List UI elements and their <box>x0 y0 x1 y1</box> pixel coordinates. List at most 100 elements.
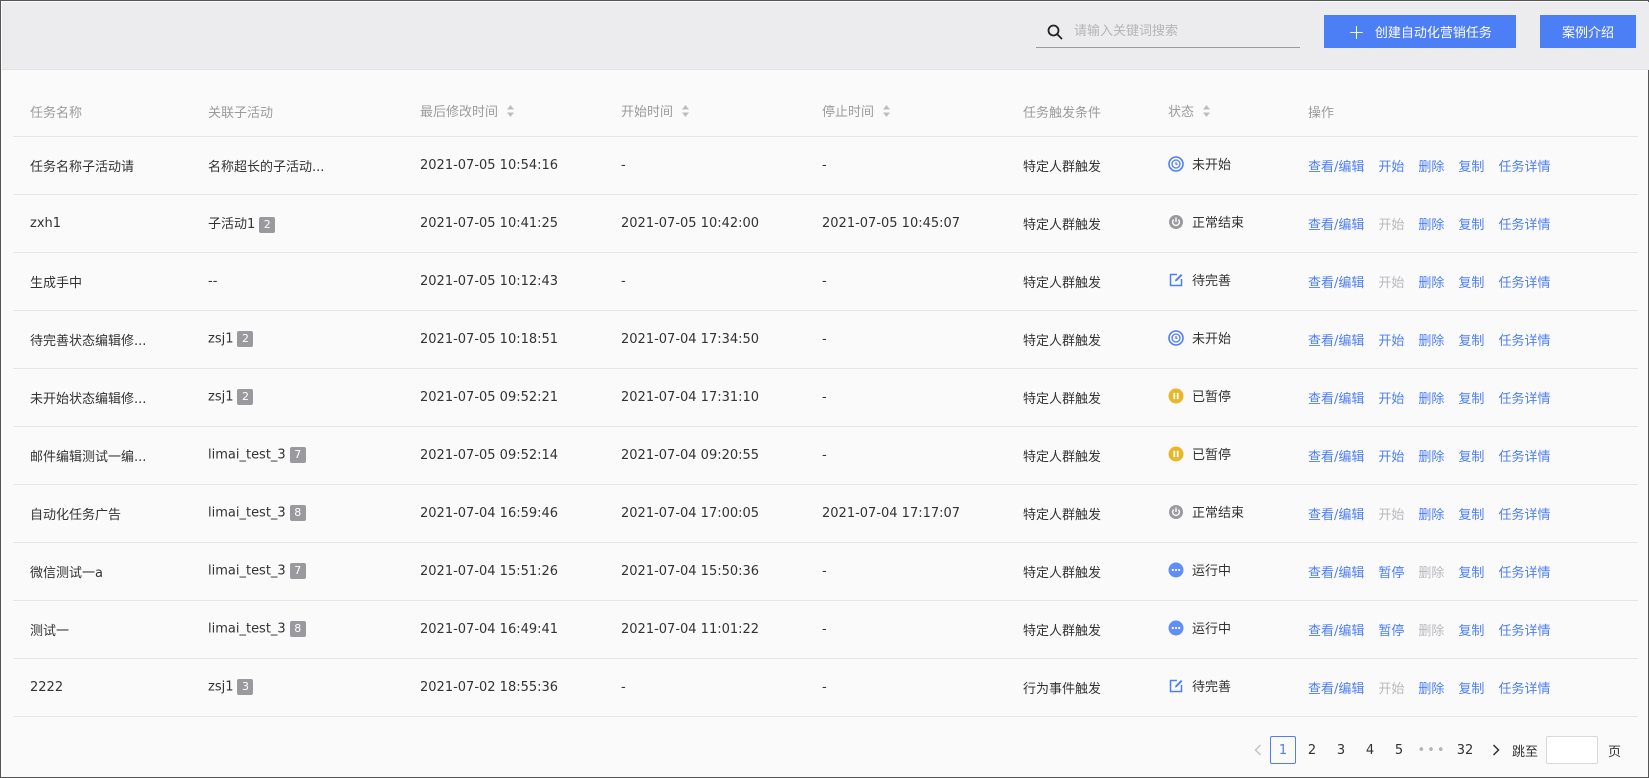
page-4[interactable]: 4 <box>1357 736 1383 764</box>
sort-icon[interactable] <box>506 104 515 122</box>
status-cell: 待完善 <box>1151 252 1291 311</box>
action-link[interactable]: 查看/编辑 <box>1308 450 1364 465</box>
sort-icon[interactable] <box>882 104 891 122</box>
action-link[interactable]: 复制 <box>1458 566 1484 581</box>
search-input[interactable] <box>1074 24 1294 39</box>
prev-page-icon[interactable] <box>1246 736 1270 764</box>
action-link[interactable]: 复制 <box>1458 160 1484 175</box>
page-ellipsis[interactable]: ••• <box>1415 743 1449 758</box>
next-page-icon[interactable] <box>1484 736 1508 764</box>
task-name-cell: 任务名称子活动请 <box>13 136 191 195</box>
start-time-cell: 2021-07-04 11:01:22 <box>604 600 805 659</box>
table-row: 2222 zsj1 3 2021-07-02 18:55:36- - 行为事件触发 待完善查… <box>13 658 1638 717</box>
modified-time-cell: 2021-07-05 09:52:21 <box>403 368 604 427</box>
sort-icon[interactable] <box>1202 104 1211 122</box>
action-link[interactable]: 任务详情 <box>1498 334 1550 349</box>
action-link[interactable]: 查看/编辑 <box>1308 566 1364 581</box>
action-link[interactable]: 开始 <box>1378 334 1404 349</box>
page-last[interactable]: 32 <box>1449 736 1481 764</box>
action-link[interactable]: 任务详情 <box>1498 392 1550 407</box>
col-header-start[interactable]: 开始时间 <box>604 87 805 137</box>
action-link[interactable]: 开始 <box>1378 450 1404 465</box>
action-link[interactable]: 删除 <box>1418 218 1444 233</box>
action-link[interactable]: 查看/编辑 <box>1308 682 1364 697</box>
sort-icon[interactable] <box>681 104 690 122</box>
goto-page-input[interactable] <box>1546 736 1599 764</box>
action-link[interactable]: 删除 <box>1418 160 1444 175</box>
action-link[interactable]: 删除 <box>1418 334 1444 349</box>
action-link[interactable]: 查看/编辑 <box>1308 276 1364 291</box>
action-link[interactable]: 复制 <box>1458 682 1484 697</box>
status-cell: 未开始 <box>1151 136 1291 195</box>
action-link: 开始 <box>1378 681 1405 697</box>
action-link[interactable]: 任务详情 <box>1498 682 1550 697</box>
page-1[interactable]: 1 <box>1270 736 1296 764</box>
col-header-modified[interactable]: 最后修改时间 <box>403 87 604 137</box>
activity-cell: limai_test_3 7 <box>191 426 403 485</box>
pagination: 1 2 3 4 5 ••• 32 跳至 页 <box>1246 736 1621 764</box>
stop-time-cell: - <box>805 136 1006 195</box>
start-time-cell: 2021-07-04 17:34:50 <box>604 310 805 369</box>
action-link[interactable]: 任务详情 <box>1498 276 1550 291</box>
case-intro-button[interactable]: 案例介绍 <box>1540 15 1636 48</box>
search-icon[interactable] <box>1046 23 1064 41</box>
task-name-cell: 未开始状态编辑修... <box>13 368 191 427</box>
start-time-cell: 2021-07-05 10:42:00 <box>604 194 805 253</box>
power-icon <box>1168 504 1184 520</box>
table-row: 待完善状态编辑修... zsj1 2 2021-07-05 10:18:51 2021-… <box>13 310 1638 369</box>
start-time-cell: 2021-07-04 17:00:05 <box>604 484 805 543</box>
clock-icon <box>1168 155 1184 172</box>
action-link[interactable]: 任务详情 <box>1498 624 1550 639</box>
action-link[interactable]: 复制 <box>1458 392 1484 407</box>
action-link[interactable]: 复制 <box>1458 276 1484 291</box>
page-2[interactable]: 2 <box>1299 736 1325 764</box>
action-link[interactable]: 任务详情 <box>1498 218 1550 233</box>
action-link[interactable]: 查看/编辑 <box>1308 624 1364 639</box>
action-link[interactable]: 查看/编辑 <box>1308 508 1364 523</box>
action-link: 开始 <box>1378 275 1405 291</box>
col-header-stop[interactable]: 停止时间 <box>805 87 1006 137</box>
action-link[interactable]: 删除 <box>1418 392 1444 407</box>
action-link[interactable]: 复制 <box>1458 624 1484 639</box>
action-link[interactable]: 查看/编辑 <box>1308 334 1364 349</box>
action-link[interactable]: 查看/编辑 <box>1308 160 1364 175</box>
action-link[interactable]: 查看/编辑 <box>1308 392 1364 407</box>
trigger-cell: 特定人群触发 <box>1006 136 1151 195</box>
action-link[interactable]: 暂停 <box>1378 566 1404 581</box>
action-link[interactable]: 复制 <box>1458 450 1484 465</box>
plus-icon: + <box>1348 19 1365 44</box>
col-header-status[interactable]: 状态 <box>1151 87 1291 137</box>
action-link[interactable]: 复制 <box>1458 508 1484 523</box>
modified-time-cell: 2021-07-05 09:52:14 <box>403 426 604 485</box>
page-3[interactable]: 3 <box>1328 736 1354 764</box>
stop-time-cell: 2021-07-04 17:17:07 <box>805 484 1006 543</box>
status-text: 运行中 <box>1192 622 1232 638</box>
action-link[interactable]: 暂停 <box>1378 624 1404 639</box>
action-link[interactable]: 开始 <box>1378 160 1404 175</box>
action-link[interactable]: 删除 <box>1418 276 1444 291</box>
action-link[interactable]: 任务详情 <box>1498 450 1550 465</box>
activity-cell: -- <box>191 252 403 311</box>
status-text: 待完善 <box>1192 274 1232 290</box>
create-task-button[interactable]: + 创建自动化营销任务 <box>1324 15 1516 48</box>
task-table: 任务名称 关联子活动 最后修改时间 开始时间 停止时间 任务触发条件 状态 操作… <box>13 87 1638 717</box>
table-header-row: 任务名称 关联子活动 最后修改时间 开始时间 停止时间 任务触发条件 状态 操作 <box>13 87 1638 137</box>
table-row: 微信测试一a limai_test_3 7 2021-07-04 15:51:26 20… <box>13 542 1638 601</box>
action-link[interactable]: 任务详情 <box>1498 566 1550 581</box>
activity-cell: zsj1 3 <box>191 658 403 717</box>
action-link[interactable]: 查看/编辑 <box>1308 218 1364 233</box>
action-link[interactable]: 删除 <box>1418 508 1444 523</box>
action-link[interactable]: 开始 <box>1378 392 1404 407</box>
action-link[interactable]: 删除 <box>1418 450 1444 465</box>
action-link[interactable]: 任务详情 <box>1498 160 1550 175</box>
start-time-cell: - <box>604 136 805 195</box>
status-cell: 未开始 <box>1151 310 1291 369</box>
action-link[interactable]: 复制 <box>1458 218 1484 233</box>
task-name-cell: zxh1 <box>13 194 191 253</box>
col-header-trigger: 任务触发条件 <box>1006 87 1151 137</box>
action-link[interactable]: 任务详情 <box>1498 508 1550 523</box>
stop-time-cell: - <box>805 542 1006 601</box>
page-5[interactable]: 5 <box>1386 736 1412 764</box>
action-link[interactable]: 删除 <box>1418 682 1444 697</box>
action-link[interactable]: 复制 <box>1458 334 1484 349</box>
